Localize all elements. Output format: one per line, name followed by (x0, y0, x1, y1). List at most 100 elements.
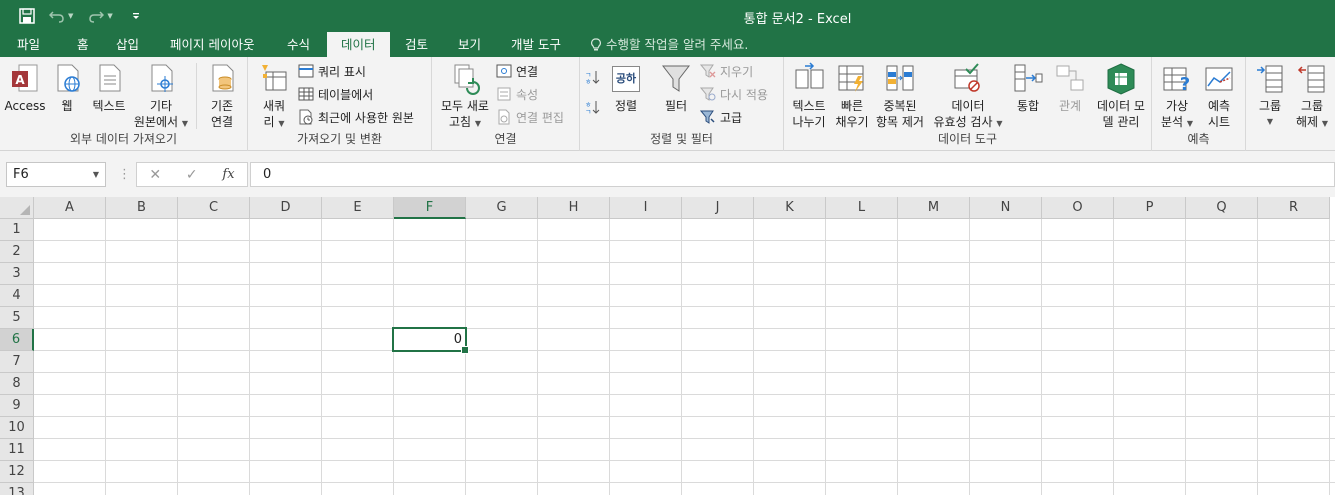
new-query-button[interactable]: 새쿼 리 ▼ (254, 62, 294, 132)
row-header-2[interactable]: 2 (0, 241, 34, 263)
data-validation-button[interactable]: 데이터 유효성 검사 ▼ (930, 62, 1006, 132)
column-header-b[interactable]: B (106, 197, 178, 219)
column-header-e[interactable]: E (322, 197, 394, 219)
column-header-o[interactable]: O (1042, 197, 1114, 219)
gridline (34, 240, 1335, 241)
column-header-g[interactable]: G (466, 197, 538, 219)
existing-connections-button[interactable]: 기존 연결 (202, 62, 242, 130)
refresh-all-button[interactable]: 모두 새로 고침 ▼ (436, 62, 494, 132)
tab-file[interactable]: 파일 (3, 32, 54, 57)
existing-connections-icon (212, 64, 234, 92)
relationships-button[interactable]: 관계 (1050, 62, 1090, 114)
tab-developer[interactable]: 개발 도구 (497, 32, 575, 57)
clear-button[interactable]: 지우기 (700, 61, 753, 81)
name-box[interactable]: F6 ▼ (6, 162, 106, 187)
tell-me-box[interactable]: 수행할 작업을 알려 주세요. (590, 32, 748, 57)
access-button[interactable]: A Access (4, 62, 46, 114)
recent-sources-button[interactable]: 최근에 사용한 원본 (298, 107, 414, 127)
column-header-m[interactable]: M (898, 197, 970, 219)
what-if-analysis-button[interactable]: ? 가상 분석 ▼ (1158, 62, 1196, 132)
from-table-button[interactable]: 테이블에서 (298, 84, 373, 104)
column-header-l[interactable]: L (826, 197, 898, 219)
column-header-a[interactable]: A (34, 197, 106, 219)
sort-descending-button[interactable]: ㅎㄱ (584, 97, 600, 117)
column-header-d[interactable]: D (250, 197, 322, 219)
row-header-8[interactable]: 8 (0, 373, 34, 395)
connections-button[interactable]: 연결 (496, 61, 538, 81)
reapply-button[interactable]: 다시 적용 (700, 84, 768, 104)
filter-button[interactable]: 필터 (658, 62, 694, 114)
gridline (1257, 219, 1258, 495)
column-header-n[interactable]: N (970, 197, 1042, 219)
sort-button[interactable]: 공하 정렬 (608, 62, 644, 114)
insert-function-icon[interactable]: fx (222, 167, 234, 182)
other-sources-button[interactable]: 기타 원본에서 ▼ (132, 62, 190, 132)
remove-duplicates-button[interactable]: 중복된 항목 제거 (872, 62, 928, 130)
row-header-11[interactable]: 11 (0, 439, 34, 461)
window-title: 통합 문서2 - Excel (743, 12, 852, 27)
svg-text:?: ? (1180, 74, 1190, 95)
gridline (34, 460, 1335, 461)
column-header-k[interactable]: K (754, 197, 826, 219)
gridline (681, 219, 682, 495)
enter-icon[interactable]: ✓ (186, 167, 198, 183)
column-header-f[interactable]: F (394, 197, 466, 219)
text-button[interactable]: 텍스트 (88, 62, 130, 114)
ungroup-button[interactable]: 그룹 해제 ▼ (1292, 62, 1332, 132)
select-all-button[interactable] (0, 197, 34, 219)
row-header-5[interactable]: 5 (0, 307, 34, 329)
tab-formulas[interactable]: 수식 (273, 32, 324, 57)
row-header-10[interactable]: 10 (0, 417, 34, 439)
advanced-filter-button[interactable]: 고급 (700, 107, 742, 127)
tab-home[interactable]: 홈 (63, 32, 103, 57)
manage-data-model-button[interactable]: 데이터 모 델 관리 (1092, 62, 1150, 130)
column-header-p[interactable]: P (1114, 197, 1186, 219)
gridline (753, 219, 754, 495)
recent-sources-icon (299, 109, 313, 125)
tell-me-text: 수행할 작업을 알려 주세요. (606, 37, 749, 52)
column-header-q[interactable]: Q (1186, 197, 1258, 219)
show-queries-button[interactable]: 쿼리 표시 (298, 61, 366, 81)
formula-bar-splitter-icon[interactable]: ⋮ (118, 167, 131, 182)
tab-page-layout[interactable]: 페이지 레이아웃 (156, 32, 268, 57)
sort-ascending-button[interactable]: ㄱㅎ (584, 67, 600, 87)
row-header-7[interactable]: 7 (0, 351, 34, 373)
consolidate-button[interactable]: 통합 (1010, 62, 1046, 114)
text-to-columns-button[interactable]: 텍스트 나누기 (788, 62, 830, 130)
group-sort-filter: ㄱㅎ ㅎㄱ 공하 정렬 필터 지우기 다시 적용 고급 정렬 및 필터 (580, 57, 784, 151)
web-button[interactable]: 웹 (52, 62, 82, 114)
new-query-icon (262, 65, 287, 91)
row-header-6[interactable]: 6 (0, 329, 34, 351)
row-header-13[interactable]: 13 (0, 483, 34, 495)
formula-input[interactable]: 0 (250, 162, 1335, 187)
row-header-12[interactable]: 12 (0, 461, 34, 483)
active-cell-border[interactable] (392, 327, 469, 354)
text-file-icon (99, 64, 121, 92)
name-box-dropdown-icon[interactable]: ▼ (93, 163, 99, 186)
properties-button[interactable]: 속성 (496, 84, 538, 104)
tab-view[interactable]: 보기 (444, 32, 495, 57)
flash-fill-button[interactable]: 빠른 채우기 (832, 62, 872, 130)
tab-review[interactable]: 검토 (391, 32, 442, 57)
text-to-columns-icon (795, 62, 824, 89)
forecast-sheet-button[interactable]: 예측 시트 (1200, 62, 1238, 130)
row-header-4[interactable]: 4 (0, 285, 34, 307)
tab-insert[interactable]: 삽입 (102, 32, 153, 57)
gridline (897, 219, 898, 495)
row-header-3[interactable]: 3 (0, 263, 34, 285)
column-header-h[interactable]: H (538, 197, 610, 219)
tab-data[interactable]: 데이터 (327, 32, 390, 57)
column-header-r[interactable]: R (1258, 197, 1330, 219)
column-header-c[interactable]: C (178, 197, 250, 219)
column-header-i[interactable]: I (610, 197, 682, 219)
group-dropdown-icon: ▼ (1266, 117, 1274, 126)
edit-links-button[interactable]: 연결 편집 (496, 107, 564, 127)
advanced-filter-icon (700, 110, 715, 124)
column-header-j[interactable]: J (682, 197, 754, 219)
gridline (537, 219, 538, 495)
cancel-icon[interactable]: ✕ (149, 167, 161, 183)
row-header-9[interactable]: 9 (0, 395, 34, 417)
row-header-1[interactable]: 1 (0, 219, 34, 241)
group-button[interactable]: 그룹 ▼ (1250, 62, 1290, 130)
gridline (34, 328, 1335, 329)
